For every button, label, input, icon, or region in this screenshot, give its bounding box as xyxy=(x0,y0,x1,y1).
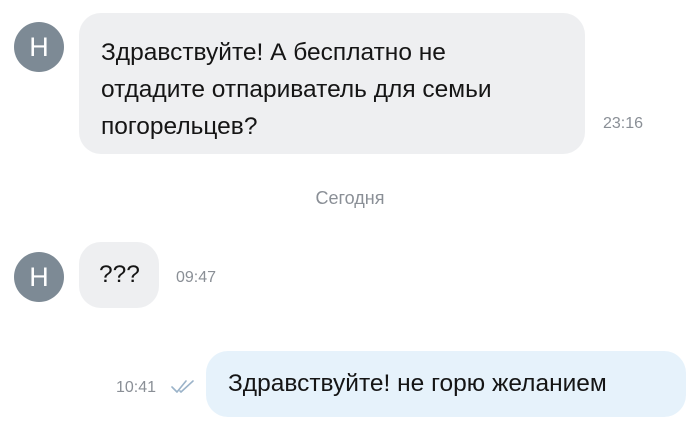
message-text: Здравствуйте! не горю желанием xyxy=(228,370,607,397)
avatar[interactable]: Н xyxy=(14,252,64,302)
date-separator: Сегодня xyxy=(315,188,385,208)
avatar-letter: Н xyxy=(29,31,49,62)
message-bubble-incoming[interactable]: Здравствуйте! А бесплатно не отдадите от… xyxy=(79,13,585,154)
double-check-icon xyxy=(171,380,194,393)
message-text-line: Здравствуйте! А бесплатно не xyxy=(101,39,446,66)
avatar[interactable]: Н xyxy=(14,22,64,72)
message-timestamp: 23:16 xyxy=(603,115,644,132)
message-text-line: отдадите отпариватель для семьи xyxy=(101,76,492,103)
message-timestamp: 09:47 xyxy=(176,269,217,286)
message-timestamp: 10:41 xyxy=(116,379,157,396)
message-text-line: погорельцев? xyxy=(101,113,258,140)
message-bubble-outgoing[interactable]: Здравствуйте! не горю желанием xyxy=(206,351,686,417)
avatar-letter: Н xyxy=(29,261,49,292)
message-text: ??? xyxy=(99,261,140,288)
message-bubble-incoming[interactable]: ??? xyxy=(79,242,159,308)
